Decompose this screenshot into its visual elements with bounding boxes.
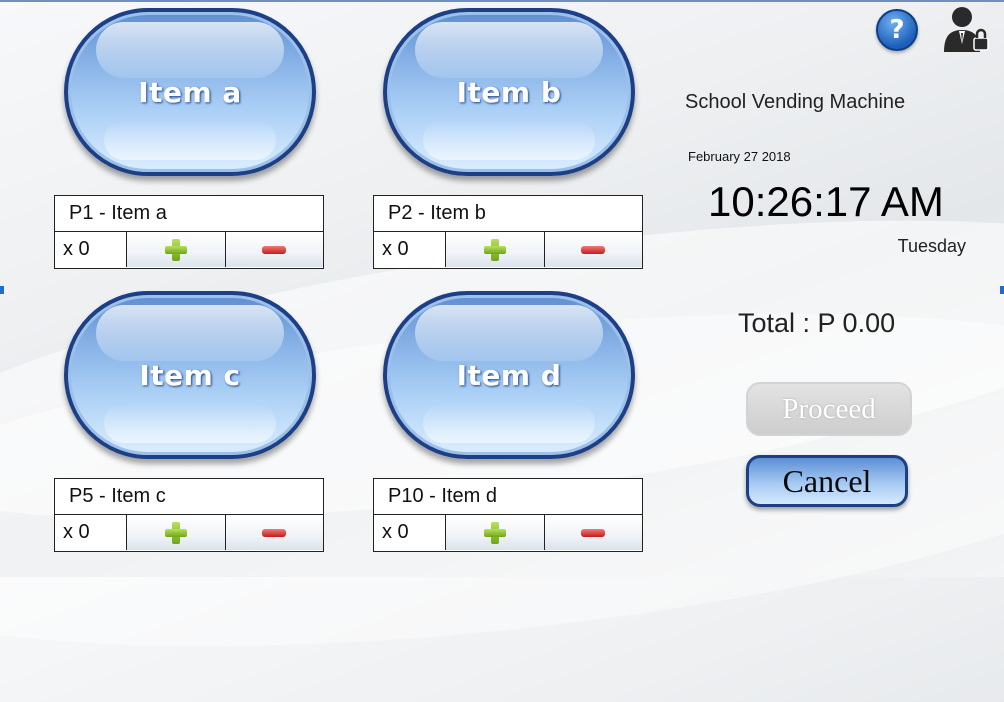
item-b-quantity: x 0 <box>374 232 446 267</box>
total-amount: Total : P 0.00 <box>738 308 896 338</box>
minus-icon <box>581 245 606 254</box>
admin-user-lock-icon[interactable] <box>940 4 992 54</box>
item-c-button[interactable]: Item c <box>64 291 316 459</box>
item-b-label: Item b <box>456 75 562 109</box>
item-c-quantity: x 0 <box>55 515 127 550</box>
button-gloss <box>104 403 276 443</box>
item-d-increase-button[interactable] <box>446 515 545 550</box>
clock-time: 10:26:17 AM <box>708 178 944 225</box>
button-gloss <box>96 305 284 361</box>
minus-icon <box>581 528 606 537</box>
resize-handle <box>0 286 4 294</box>
item-a-button[interactable]: Item a <box>64 8 316 176</box>
button-gloss <box>415 22 603 78</box>
help-icon[interactable]: ? <box>876 9 918 51</box>
app-title: School Vending Machine <box>685 91 906 113</box>
button-gloss <box>96 22 284 78</box>
item-a-quantity: x 0 <box>55 232 127 267</box>
item-d-code: P10 - Item d <box>374 479 642 515</box>
plus-icon <box>164 238 187 261</box>
item-b-button[interactable]: Item b <box>383 8 635 176</box>
button-gloss <box>104 120 276 160</box>
item-b-panel: P2 - Item b x 0 <box>373 195 643 269</box>
item-b-code: P2 - Item b <box>374 196 642 232</box>
item-c-panel: P5 - Item c x 0 <box>54 478 324 552</box>
button-gloss <box>423 120 595 160</box>
window-border <box>0 0 1004 2</box>
item-d-button[interactable]: Item d <box>383 291 635 459</box>
button-gloss <box>415 305 603 361</box>
plus-icon <box>483 238 506 261</box>
item-a-panel: P1 - Item a x 0 <box>54 195 324 269</box>
plus-icon <box>483 521 506 544</box>
item-b-increase-button[interactable] <box>446 232 545 267</box>
item-d-quantity: x 0 <box>374 515 446 550</box>
cancel-button[interactable]: Cancel <box>746 455 908 507</box>
item-c-increase-button[interactable] <box>127 515 226 550</box>
minus-icon <box>262 245 287 254</box>
resize-handle <box>1000 286 1004 294</box>
item-d-panel: P10 - Item d x 0 <box>373 478 643 552</box>
item-d-decrease-button[interactable] <box>544 515 642 550</box>
date-label: February 27 2018 <box>688 149 791 164</box>
item-a-increase-button[interactable] <box>127 232 226 267</box>
item-a-label: Item a <box>138 75 242 109</box>
item-d-label: Item d <box>456 358 562 392</box>
day-label: Tuesday <box>897 236 966 256</box>
plus-icon <box>164 521 187 544</box>
item-c-label: Item c <box>139 358 241 392</box>
item-c-code: P5 - Item c <box>55 479 323 515</box>
proceed-button[interactable]: Proceed <box>746 382 912 436</box>
item-a-decrease-button[interactable] <box>225 232 323 267</box>
item-a-code: P1 - Item a <box>55 196 323 232</box>
button-gloss <box>423 403 595 443</box>
item-b-decrease-button[interactable] <box>544 232 642 267</box>
item-c-decrease-button[interactable] <box>225 515 323 550</box>
minus-icon <box>262 528 287 537</box>
